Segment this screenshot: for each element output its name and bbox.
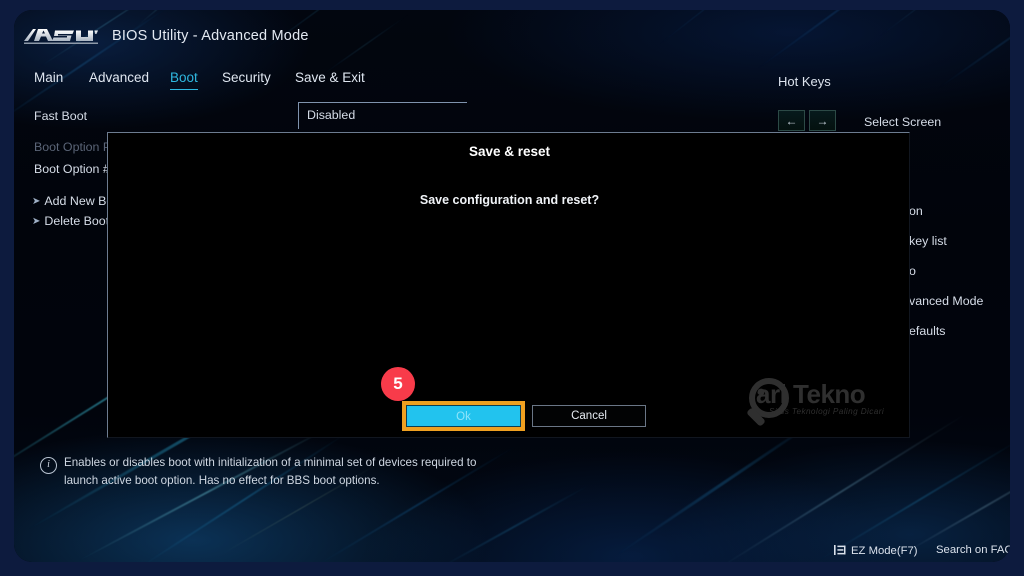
setting-label-boot-option-1: Boot Option #1 <box>34 162 117 176</box>
arrow-left-icon[interactable]: ← <box>778 110 805 131</box>
hotkey-select-screen: ← → <box>778 110 840 134</box>
watermark-name: ari Tekno <box>756 379 866 409</box>
hotkey-partial-4: vanced Mode <box>909 294 984 308</box>
header-bar: BIOS Utility - Advanced Mode <box>14 10 1010 56</box>
tab-security[interactable]: Security <box>222 70 271 89</box>
ez-mode-button[interactable]: EZ Mode(F7) <box>834 544 918 557</box>
dialog-title: Save & reset <box>468 144 551 159</box>
help-text-line-2: launch active boot option. Has no effect… <box>64 474 380 487</box>
watermark-tagline: Situs Teknologi Paling Dicari <box>769 407 885 416</box>
hotkey-partial-3: o <box>909 264 916 278</box>
hotkey-select-screen-label: Select Screen <box>864 115 942 129</box>
caret-right-icon: ➤ <box>32 196 41 207</box>
setting-label-boot-option-priorities: Boot Option Pri <box>34 140 119 154</box>
watermark: ari Tekno Situs Teknologi Paling Dicari <box>712 373 884 435</box>
status-bar: EZ Mode(F7) Search on FAQ <box>14 538 1010 562</box>
hotkey-partial-2: key list <box>909 234 947 248</box>
bios-screen: BIOS Utility - Advanced Mode Main Advanc… <box>14 10 1010 562</box>
cancel-button[interactable]: Cancel <box>532 405 646 427</box>
save-reset-dialog: Save & reset Save configuration and rese… <box>107 132 910 438</box>
caret-right-icon: ➤ <box>32 216 41 227</box>
outer-frame: BIOS Utility - Advanced Mode Main Advanc… <box>0 0 1024 576</box>
info-icon: i <box>40 457 57 474</box>
tab-advanced[interactable]: Advanced <box>89 70 149 89</box>
setting-value-fast-boot[interactable]: Disabled <box>298 102 467 129</box>
help-text-line-1: Enables or disables boot with initializa… <box>64 456 477 469</box>
arrow-right-icon[interactable]: → <box>809 110 836 131</box>
step-number-badge: 5 <box>381 367 415 401</box>
app-title: BIOS Utility - Advanced Mode <box>112 28 309 44</box>
ok-button[interactable]: Ok <box>406 405 521 427</box>
ez-mode-icon <box>834 545 850 555</box>
tab-main[interactable]: Main <box>34 70 63 89</box>
search-on-faq-link[interactable]: Search on FAQ <box>936 544 1010 556</box>
ok-button-highlight: Ok <box>402 401 525 431</box>
setting-label-fast-boot: Fast Boot <box>34 109 88 123</box>
tab-boot[interactable]: Boot <box>170 70 198 90</box>
hotkeys-title: Hot Keys <box>778 74 831 89</box>
hotkey-partial-5: efaults <box>909 324 946 338</box>
tab-save-exit[interactable]: Save & Exit <box>295 70 365 89</box>
setting-value-fast-boot-text: Disabled <box>307 108 356 122</box>
asus-logo-icon <box>24 26 98 46</box>
hotkey-partial-1: on <box>909 204 923 218</box>
help-bar: i Enables or disables boot with initiali… <box>14 454 1010 506</box>
ez-mode-label: EZ Mode(F7) <box>851 545 918 557</box>
dialog-message: Save configuration and reset? <box>419 193 600 207</box>
